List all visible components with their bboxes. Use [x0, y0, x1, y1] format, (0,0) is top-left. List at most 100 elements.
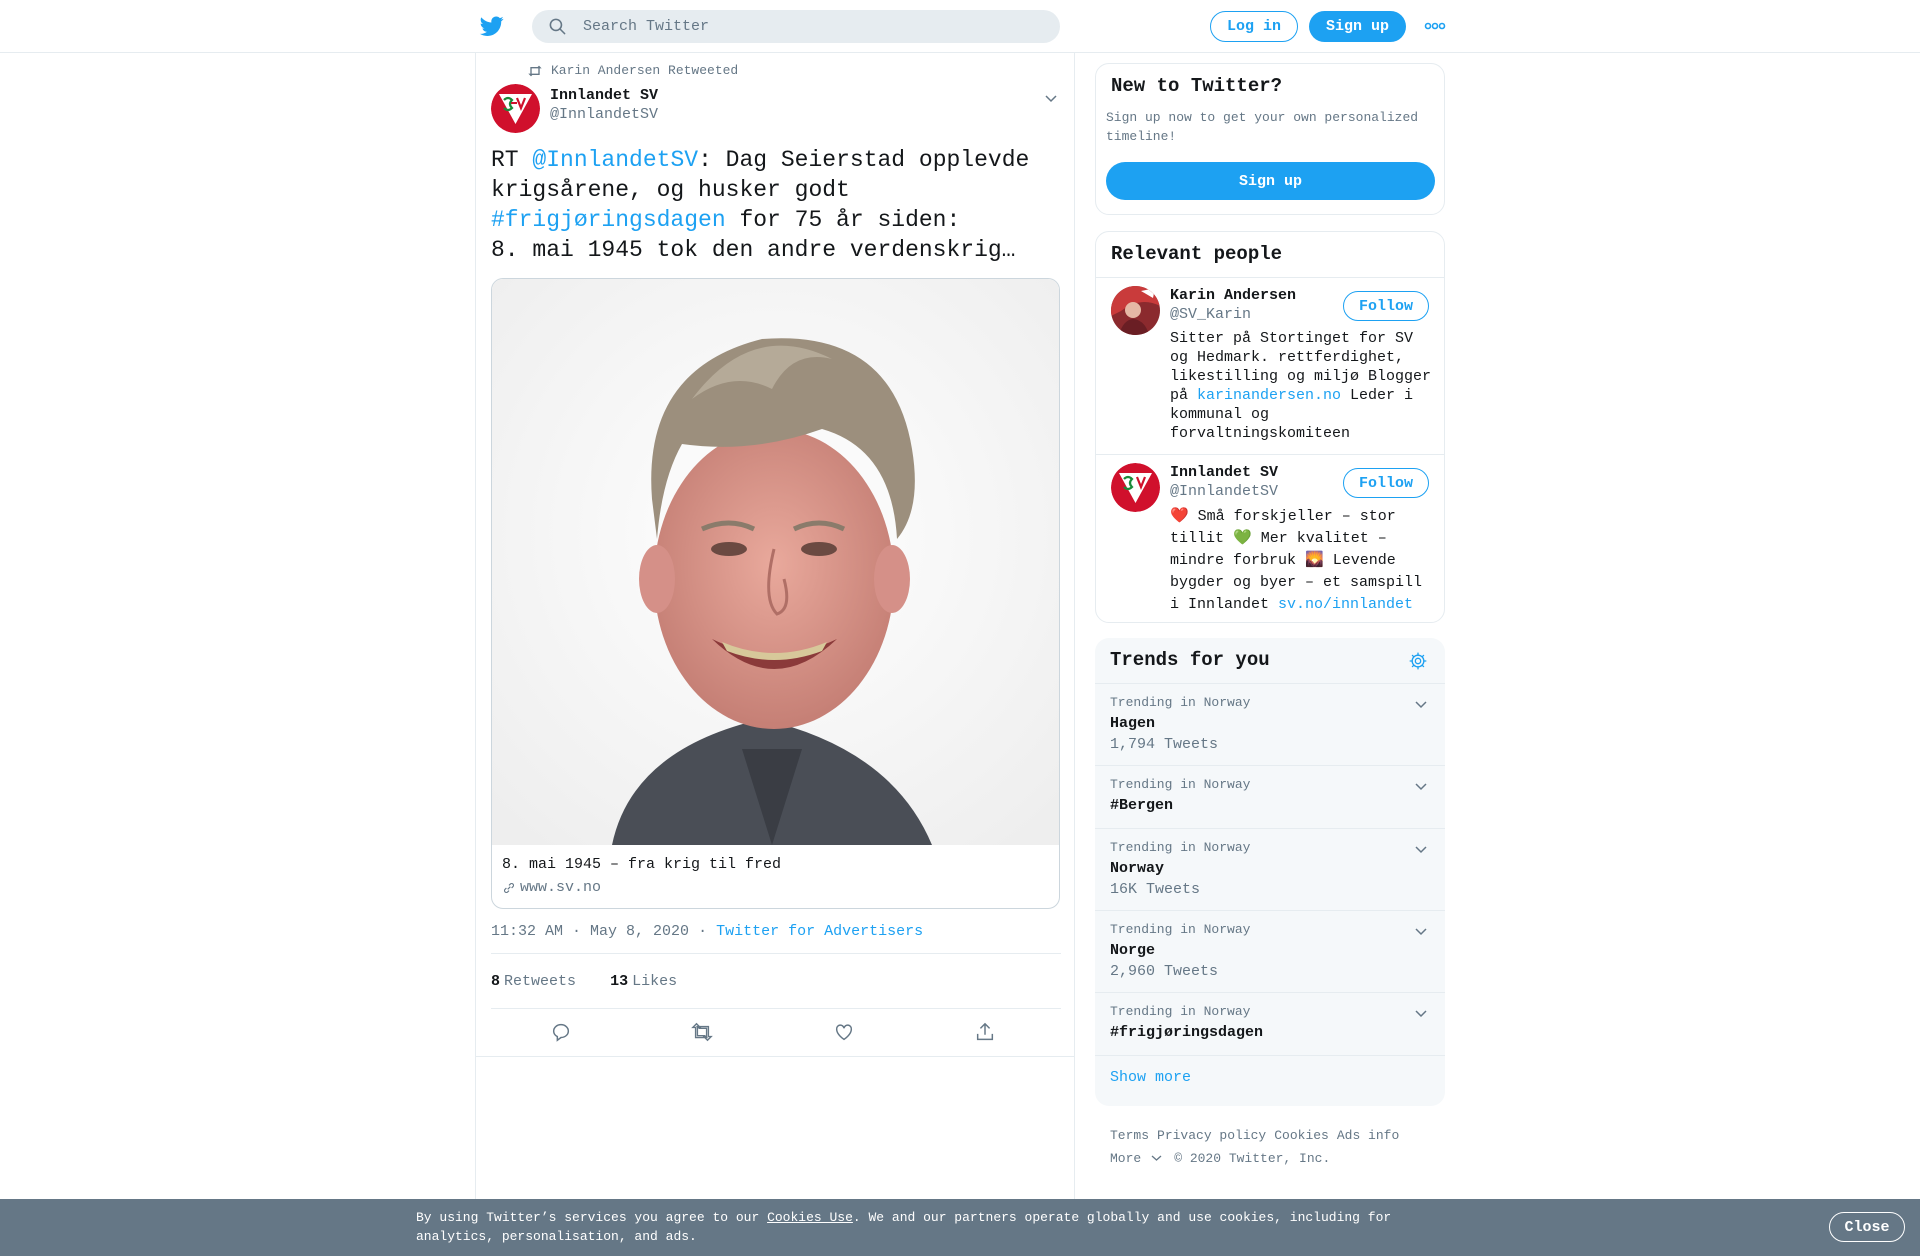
trend-item[interactable]: Trending in Norway Norway 16K Tweets	[1095, 828, 1445, 910]
tweet-timestamp[interactable]: 11:32 AM · May 8, 2020	[491, 923, 689, 940]
bio-link[interactable]: sv.no/innlandet	[1278, 596, 1413, 613]
tweet-text: RT @InnlandetSV: Dag Seierstad opplevde …	[491, 145, 1061, 265]
person-handle[interactable]: @SV_Karin	[1170, 306, 1251, 323]
trend-location: Trending in Norway	[1110, 777, 1251, 792]
tweet-column: Karin Andersen Retweeted Innlandet SV @I…	[475, 53, 1075, 1203]
cookie-banner: By using Twitter’s services you agree to…	[0, 1199, 1920, 1256]
author-avatar[interactable]	[491, 84, 540, 133]
tweet-source-link[interactable]: Twitter for Advertisers	[716, 923, 923, 940]
person-bio: ❤️ Små forskjeller – stor tillit 💚 Mer k…	[1170, 506, 1436, 616]
footer-more-label: More	[1110, 1151, 1142, 1166]
tweet-actions	[491, 1021, 1061, 1051]
avatar[interactable]	[1111, 286, 1160, 335]
likes-count[interactable]: 13	[610, 973, 628, 990]
person-name[interactable]: Innlandet SV	[1170, 464, 1278, 481]
chevron-down-icon[interactable]	[1413, 696, 1429, 712]
search-placeholder: Search Twitter	[583, 18, 710, 35]
trend-name[interactable]: Hagen	[1110, 715, 1155, 732]
footer-cookies-link[interactable]: Cookies	[1274, 1128, 1329, 1143]
retweet-icon	[528, 65, 542, 76]
cookie-text-part: By using Twitter’s services you agree to…	[416, 1210, 768, 1225]
footer-terms-link[interactable]: Terms	[1110, 1128, 1149, 1143]
person-name[interactable]: Karin Andersen	[1170, 287, 1296, 304]
retweets-label[interactable]: Retweets	[504, 973, 576, 990]
new-to-twitter-panel: New to Twitter? Sign up now to get your …	[1095, 63, 1445, 215]
login-button[interactable]: Log in	[1210, 11, 1298, 42]
chevron-down-icon	[1151, 1155, 1162, 1161]
trend-location: Trending in Norway	[1110, 922, 1251, 937]
top-bar: Search Twitter Log in Sign up	[0, 0, 1920, 53]
trend-name[interactable]: #Bergen	[1110, 797, 1173, 814]
footer-ads-link[interactable]: Ads info	[1337, 1128, 1399, 1143]
tweet-meta: 11:32 AM · May 8, 2020 · Twitter for Adv…	[491, 923, 923, 940]
chevron-down-icon[interactable]	[1043, 90, 1059, 106]
panel-title: New to Twitter?	[1111, 75, 1283, 97]
twitter-logo-icon[interactable]	[479, 14, 505, 38]
card-title: 8. mai 1945 – fra krig til fred	[502, 856, 782, 873]
divider	[476, 1056, 1074, 1057]
more-options-icon[interactable]	[1424, 20, 1446, 32]
trend-location: Trending in Norway	[1110, 1004, 1251, 1019]
chevron-down-icon[interactable]	[1413, 1005, 1429, 1021]
trend-count: 2,960 Tweets	[1110, 963, 1219, 980]
avatar[interactable]	[1111, 463, 1160, 512]
bio-link[interactable]: karinandersen.no	[1197, 387, 1341, 404]
tweet-text-prefix: RT	[491, 147, 533, 173]
person-handle[interactable]: @InnlandetSV	[1170, 483, 1278, 500]
follow-button[interactable]: Follow	[1343, 291, 1429, 321]
trend-location: Trending in Norway	[1110, 840, 1251, 855]
trend-item[interactable]: Trending in Norway Norge 2,960 Tweets	[1095, 910, 1445, 992]
share-icon[interactable]	[974, 1021, 996, 1043]
trend-name[interactable]: #frigjøringsdagen	[1110, 1024, 1263, 1041]
trend-name[interactable]: Norge	[1110, 942, 1155, 959]
footer-privacy-link[interactable]: Privacy policy	[1157, 1128, 1266, 1143]
trend-item[interactable]: Trending in Norway #Bergen	[1095, 765, 1445, 828]
footer-links: Terms Privacy policy Cookies Ads info More ©…	[1110, 1124, 1450, 1170]
card-domain-text: www.sv.no	[520, 879, 602, 896]
tweet-mention-link[interactable]: @InnlandetSV	[532, 147, 698, 173]
trend-location: Trending in Norway	[1110, 695, 1251, 710]
divider	[491, 953, 1061, 954]
retweets-count[interactable]: 8	[491, 973, 500, 990]
retweeted-by-text: Karin Andersen Retweeted	[551, 63, 739, 78]
chevron-down-icon[interactable]	[1413, 778, 1429, 794]
reply-icon[interactable]	[550, 1021, 572, 1043]
likes-label[interactable]: Likes	[632, 973, 677, 990]
relevant-people-panel: Relevant people Karin Andersen @SV_Karin…	[1095, 231, 1445, 623]
cookie-text: By using Twitter’s services you agree to…	[416, 1208, 1426, 1246]
show-more-link[interactable]: Show more	[1110, 1069, 1191, 1086]
karin-avatar-image	[1111, 286, 1160, 335]
card-photo	[492, 279, 1059, 845]
signup-panel-button[interactable]: Sign up	[1106, 162, 1435, 200]
link-card[interactable]: 8. mai 1945 – fra krig til fred www.sv.n…	[491, 278, 1060, 909]
person-card[interactable]: Innlandet SV @InnlandetSV Follow ❤️ Små …	[1096, 455, 1444, 622]
innlandet-sv-logo-icon	[491, 84, 540, 133]
link-icon	[504, 882, 514, 893]
tweet-hashtag-link[interactable]: #frigjøringsdagen	[491, 207, 726, 233]
trend-count: 16K Tweets	[1110, 881, 1201, 898]
author-handle[interactable]: @InnlandetSV	[550, 106, 658, 123]
cookies-use-link[interactable]: Cookies Use	[767, 1210, 853, 1225]
follow-button[interactable]: Follow	[1343, 468, 1429, 498]
gear-icon[interactable]	[1408, 651, 1428, 671]
footer-more-link[interactable]: More	[1110, 1151, 1162, 1166]
author-name[interactable]: Innlandet SV	[550, 87, 658, 104]
chevron-down-icon[interactable]	[1413, 841, 1429, 857]
search-input[interactable]: Search Twitter	[532, 10, 1060, 43]
retweet-action-icon[interactable]	[691, 1021, 713, 1043]
signup-button[interactable]: Sign up	[1309, 11, 1406, 42]
search-icon	[549, 18, 566, 35]
chevron-down-icon[interactable]	[1413, 923, 1429, 939]
trend-item[interactable]: Trending in Norway Hagen 1,794 Tweets	[1095, 683, 1445, 765]
close-button[interactable]: Close	[1829, 1212, 1905, 1242]
meta-separator: ·	[698, 923, 708, 940]
trend-item[interactable]: Trending in Norway #frigjøringsdagen	[1095, 992, 1445, 1055]
panel-title: Trends for you	[1110, 649, 1270, 671]
trend-name[interactable]: Norway	[1110, 860, 1164, 877]
trends-panel: Trends for you Trending in Norway Hagen …	[1095, 638, 1445, 1106]
tweet-text-part: 8. mai 1945 tok den andre verdenskrig…	[491, 237, 1016, 263]
innlandet-sv-logo-icon	[1111, 463, 1160, 512]
person-card[interactable]: Karin Andersen @SV_Karin Follow Sitter p…	[1096, 278, 1444, 454]
tweet-text-part: for 75 år siden:	[725, 207, 961, 233]
like-icon[interactable]	[833, 1021, 855, 1043]
